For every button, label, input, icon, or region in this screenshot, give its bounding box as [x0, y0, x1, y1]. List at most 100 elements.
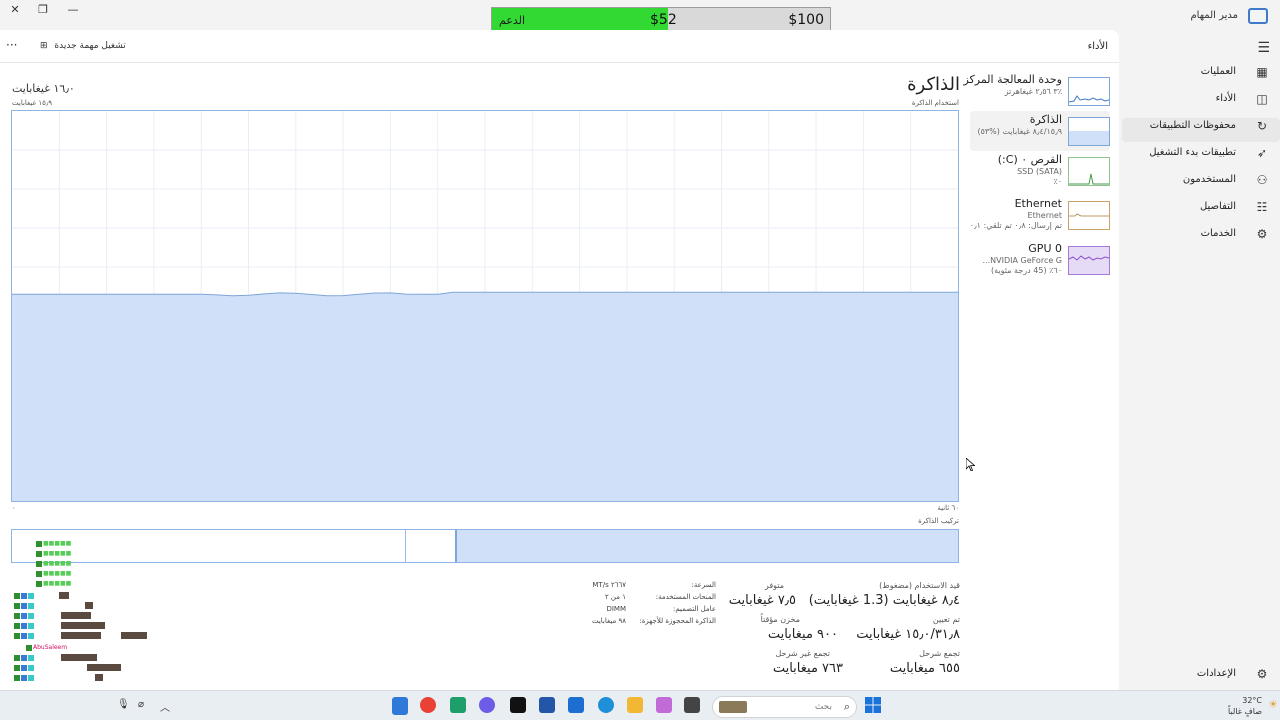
- nav-item-details[interactable]: ☷ التفاصيل: [1120, 195, 1280, 221]
- nav-item-startup-apps[interactable]: ➶ تطبيقات بدء التشغيل: [1120, 141, 1280, 167]
- restore-button[interactable]: ❐: [28, 0, 58, 22]
- run-new-task-button[interactable]: تشغيل مهمة جديدة ⊞: [40, 41, 126, 51]
- disk-sparkline: [1069, 173, 1109, 185]
- close-button[interactable]: ✕: [0, 0, 30, 22]
- chat-line: ■■■■■: [36, 550, 71, 560]
- navigation-pane: ☰ ▦ العمليات ◫ الأداء ↻ محفوظات التطبيقا…: [1120, 30, 1280, 690]
- microphone-icon[interactable]: 🎙: [117, 699, 130, 710]
- start-button[interactable]: [865, 697, 881, 713]
- nonpaged-pool-label: تجمع غير شرحل: [775, 649, 831, 658]
- memory-usage-graph: [11, 110, 959, 502]
- cpu-thumbnail-graph: [1068, 77, 1110, 106]
- nav-item-services[interactable]: ⚙ الخدمات: [1120, 222, 1280, 248]
- processes-icon: ▦: [1256, 65, 1268, 79]
- chat-line: [14, 592, 69, 602]
- details-icon: ☷: [1256, 200, 1268, 214]
- file-explorer-icon[interactable]: [627, 697, 643, 713]
- memory-usage-area: [12, 292, 958, 501]
- perf-card-title: Ethernet: [1014, 197, 1062, 210]
- perf-card-cpu[interactable]: وحدة المعالجة المركز ٪٣ ٢٫٥٦ غيغاهرتز: [963, 73, 1110, 111]
- memory-usage-label: استخدام الذاكرة: [911, 99, 959, 107]
- nonpaged-pool-value: ٧٦٣ ميغابايت: [772, 661, 843, 676]
- copilot-icon[interactable]: [656, 697, 672, 713]
- perf-card-title: القرص ٠ (C:): [997, 153, 1062, 166]
- hamburger-menu-icon[interactable]: ☰: [1257, 40, 1270, 56]
- app-title: مدير المهام: [1190, 10, 1238, 21]
- edge-browser-icon[interactable]: [598, 697, 614, 713]
- chrome-browser-icon[interactable]: [420, 697, 436, 713]
- chat-app-icon[interactable]: [479, 697, 495, 713]
- nav-item-label: محفوظات التطبيقات: [1149, 120, 1236, 131]
- perf-card-subtitle: ٪٣ ٢٫٥٦ غيغاهرتز: [1004, 87, 1062, 96]
- chat-line: [14, 632, 147, 642]
- chat-line: AbuSaleem: [26, 644, 67, 654]
- store-icon[interactable]: [539, 697, 555, 713]
- chat-line: ■■■■■: [36, 540, 71, 550]
- startup-apps-icon: ➶: [1256, 146, 1268, 160]
- cached-value: ٩٠٠ ميغابايت: [767, 627, 838, 642]
- nav-item-label: الإعدادات: [1196, 668, 1236, 679]
- paged-pool-label: تجمع شرحل: [919, 649, 960, 658]
- xbox-app-icon[interactable]: [450, 697, 466, 713]
- donation-support-label: الدعم: [499, 14, 526, 27]
- outlook-icon[interactable]: [568, 697, 584, 713]
- perf-card-detail: تم إرسال: ٠٫٨ تم تلقي: ٠٫١: [969, 221, 1062, 230]
- chat-line: [14, 622, 105, 632]
- services-icon: ⚙: [1256, 227, 1268, 241]
- nav-item-label: تطبيقات بدء التشغيل: [1149, 147, 1236, 158]
- nav-item-users[interactable]: ⚇ المستخدمون: [1120, 168, 1280, 194]
- graph-zero-label: ٠: [12, 504, 16, 512]
- nav-item-performance[interactable]: ◫ الأداء: [1120, 87, 1280, 113]
- nav-item-settings[interactable]: ⚙ الإعدادات: [1120, 662, 1280, 688]
- form-factor-value: DIMM: [606, 605, 626, 613]
- perf-card-title: GPU 0: [1028, 242, 1062, 255]
- chat-line: [14, 602, 93, 612]
- standby-divider: [405, 530, 406, 562]
- gpu-thumbnail-graph: [1068, 246, 1110, 275]
- weather-description: صافٍ غالباً: [1228, 707, 1262, 716]
- memory-thumbnail-graph: [1068, 117, 1110, 146]
- donation-goal-amount: $100: [788, 12, 824, 28]
- donation-current-amount: $52: [650, 12, 677, 28]
- in-use-segment: [457, 530, 958, 562]
- chat-line: ■■■■■: [36, 560, 71, 570]
- task-view-icon[interactable]: [684, 697, 700, 713]
- speed-label: السرعة:: [691, 581, 716, 589]
- network-icon[interactable]: ⌀: [138, 699, 144, 710]
- memory-title: الذاكرة: [907, 74, 960, 95]
- minimize-button[interactable]: —: [58, 0, 88, 22]
- slots-value: ١ من ٢: [604, 593, 626, 601]
- perf-card-ethernet[interactable]: Ethernet Ethernet تم إرسال: ٠٫٨ تم تلقي:…: [970, 197, 1110, 235]
- cached-label: مخزن مؤقتاً: [760, 615, 800, 624]
- perf-card-detail: ٠٪: [1053, 177, 1062, 186]
- perf-card-subtitle: NVIDIA GeForce G...: [982, 256, 1063, 265]
- new-task-icon: ⊞: [40, 41, 48, 51]
- available-label: متوفر: [764, 581, 784, 590]
- cursor-arrow: [965, 457, 976, 472]
- nav-item-label: التفاصيل: [1199, 201, 1236, 212]
- perf-card-title: وحدة المعالجة المركز: [963, 73, 1062, 86]
- nav-item-app-history[interactable]: ↻ محفوظات التطبيقات: [1120, 114, 1280, 140]
- app-history-icon: ↻: [1256, 119, 1268, 133]
- performance-icon: ◫: [1256, 92, 1268, 106]
- show-hidden-icons-chevron-icon[interactable]: ︿: [160, 699, 170, 714]
- windows-logo-icon: [865, 697, 881, 713]
- chat-line: ■■■■■: [36, 570, 71, 580]
- perf-card-subtitle: Ethernet: [1027, 211, 1062, 220]
- perf-card-disk[interactable]: القرص ٠ (C:) SSD (SATA) ٠٪: [975, 153, 1110, 191]
- task-manager-taskbar-icon[interactable]: [392, 697, 408, 715]
- perf-card-subtitle: ٨٫٤/١٥٫٩ غيغابايت (%٥٣): [977, 127, 1062, 136]
- speed-value: ٢٦٦٧ MT/s: [592, 581, 626, 589]
- in-use-value: ٨٫٤ غيغابايت (1.3 غيغابايت): [808, 593, 960, 608]
- nav-item-label: المستخدمون: [1182, 174, 1236, 185]
- modified-segment: [455, 530, 457, 562]
- nav-item-processes[interactable]: ▦ العمليات: [1120, 60, 1280, 86]
- perf-card-memory[interactable]: الذاكرة ٨٫٤/١٥٫٩ غيغابايت (%٥٣): [975, 113, 1110, 151]
- taskbar-search-box[interactable]: ⌕ بحث: [712, 696, 857, 718]
- search-highlight-image: [719, 701, 747, 713]
- text-editor-icon[interactable]: [510, 697, 526, 713]
- ethernet-sparkline: [1069, 213, 1109, 217]
- chat-line: [14, 674, 103, 684]
- more-options-button[interactable]: ···: [6, 38, 17, 52]
- perf-card-gpu[interactable]: GPU 0 NVIDIA GeForce G... ٦٠٪ (45 درجة م…: [975, 242, 1110, 280]
